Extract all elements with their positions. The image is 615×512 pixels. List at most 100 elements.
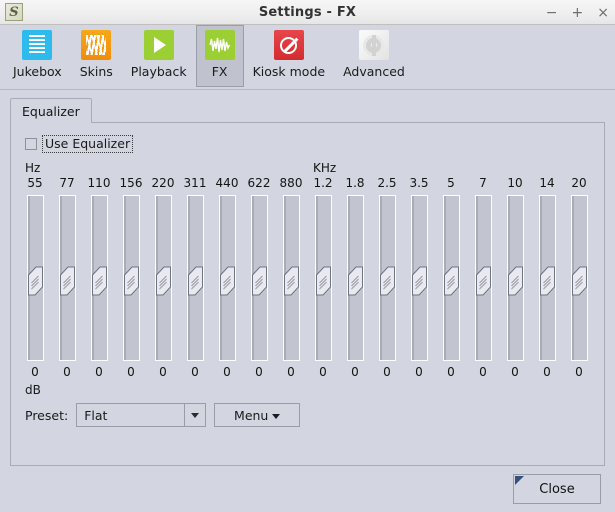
eq-band-frequency-label: 55 (27, 176, 43, 190)
close-icon[interactable]: × (597, 6, 609, 20)
eq-slider-handle[interactable] (91, 266, 108, 296)
eq-slider-handle[interactable] (507, 266, 524, 296)
close-button-label: Close (539, 481, 575, 497)
toolbar-label-skins: Skins (79, 64, 113, 79)
eq-band-slider[interactable] (58, 195, 76, 361)
eq-band-slider[interactable] (474, 195, 492, 361)
toolbar-item-kiosk-mode[interactable]: Kiosk mode (244, 25, 335, 87)
toolbar-label-playback: Playback (130, 64, 187, 79)
eq-slider-handle[interactable] (379, 266, 396, 296)
use-equalizer-checkbox[interactable] (25, 138, 37, 150)
eq-slider-handle[interactable] (411, 266, 428, 296)
unit-label-hz: Hz (25, 161, 41, 175)
eq-slider-handle[interactable] (187, 266, 204, 296)
eq-band: 55 0 (19, 176, 51, 379)
eq-band: 10 0 (499, 176, 531, 379)
tab-equalizer[interactable]: Equalizer (10, 98, 92, 123)
preset-label: Preset: (25, 407, 69, 423)
eq-band-slider[interactable] (282, 195, 300, 361)
eq-band-slider[interactable] (90, 195, 108, 361)
settings-toolbar: Jukebox Skins Playback FX Kiosk mode Adv… (0, 25, 615, 90)
preset-row: Preset: Flat Menu (25, 403, 301, 427)
eq-band-frequency-label: 1.2 (313, 176, 333, 190)
eq-band: 50 (435, 176, 467, 379)
window-title: Settings - FX (258, 4, 357, 20)
eq-slider-handle[interactable] (539, 266, 556, 296)
settings-window: S Settings - FX − + × Jukebox Skins Play… (0, 0, 615, 512)
eq-band: 1.8 0 (339, 176, 371, 379)
eq-band-frequency-label: 440 (215, 176, 239, 190)
eq-band-value-label: 0 (287, 365, 295, 379)
eq-band-slider[interactable] (186, 195, 204, 361)
eq-band-slider[interactable] (122, 195, 140, 361)
eq-slider-handle[interactable] (219, 266, 236, 296)
use-equalizer-row[interactable]: Use Equalizer (25, 135, 596, 153)
eq-band-slider[interactable] (506, 195, 524, 361)
close-button[interactable]: Close (513, 474, 601, 504)
toolbar-label-kiosk-mode: Kiosk mode (252, 64, 326, 79)
eq-band-value-label: 0 (127, 365, 135, 379)
eq-band: 622 0 (243, 176, 275, 379)
eq-band-value-label: 0 (319, 365, 327, 379)
eq-band-frequency-label: 3.5 (409, 176, 429, 190)
eq-band-value-label: 0 (223, 365, 231, 379)
eq-band-frequency-label: 110 (87, 176, 111, 190)
eq-band-value-label: 0 (447, 365, 455, 379)
eq-band-value-label: 0 (543, 365, 551, 379)
toolbar-label-fx: FX (211, 64, 228, 79)
eq-band-frequency-label: 220 (151, 176, 175, 190)
eq-band-value-label: 0 (511, 365, 519, 379)
eq-band-slider[interactable] (314, 195, 332, 361)
eq-band-value-label: 0 (63, 365, 71, 379)
toolbar-item-jukebox[interactable]: Jukebox (4, 25, 71, 87)
eq-slider-handle[interactable] (347, 266, 364, 296)
eq-slider-handle[interactable] (27, 266, 44, 296)
toolbar-item-skins[interactable]: Skins (71, 25, 122, 87)
eq-band-slider[interactable] (442, 195, 460, 361)
eq-band-value-label: 0 (95, 365, 103, 379)
eq-slider-handle[interactable] (155, 266, 172, 296)
toolbar-item-fx[interactable]: FX (195, 25, 244, 87)
preset-selected-value: Flat (84, 407, 108, 423)
eq-band-frequency-label: 311 (183, 176, 207, 190)
eq-band: 156 0 (115, 176, 147, 379)
eq-band: 220 0 (147, 176, 179, 379)
preset-dropdown[interactable]: Flat (76, 403, 207, 427)
chevron-down-icon[interactable] (184, 404, 205, 426)
eq-band-slider[interactable] (410, 195, 428, 361)
eq-slider-handle[interactable] (571, 266, 588, 296)
eq-slider-handle[interactable] (315, 266, 332, 296)
eq-band-frequency-label: 20 (571, 176, 587, 190)
eq-band: 2.5 0 (371, 176, 403, 379)
eq-band-slider[interactable] (154, 195, 172, 361)
toolbar-item-playback[interactable]: Playback (122, 25, 196, 87)
minimize-icon[interactable]: − (546, 6, 558, 20)
band-slider-list: 55 0 77 0 110 0 156 0 220 0 311 0 440 0 622 0 880 0 1.2 0 1.… (19, 176, 596, 379)
toolbar-label-advanced: Advanced (343, 64, 405, 79)
window-controls: − + × (546, 0, 609, 25)
eq-slider-handle[interactable] (475, 266, 492, 296)
eq-band-frequency-label: 622 (247, 176, 271, 190)
jukebox-list-icon (22, 30, 53, 60)
eq-band: 77 0 (51, 176, 83, 379)
eq-band-slider[interactable] (538, 195, 556, 361)
eq-band-slider[interactable] (346, 195, 364, 361)
eq-slider-handle[interactable] (251, 266, 268, 296)
maximize-icon[interactable]: + (572, 6, 584, 20)
unit-label-db: dB (25, 383, 41, 397)
eq-band-slider[interactable] (218, 195, 236, 361)
toolbar-item-advanced[interactable]: Advanced (334, 25, 414, 87)
eq-slider-handle[interactable] (283, 266, 300, 296)
toolbar-label-jukebox: Jukebox (13, 64, 62, 79)
eq-band-frequency-label: 77 (59, 176, 75, 190)
preset-menu-button[interactable]: Menu (214, 403, 301, 427)
eq-band-slider[interactable] (250, 195, 268, 361)
eq-band: 14 0 (531, 176, 563, 379)
eq-band-slider[interactable] (378, 195, 396, 361)
eq-slider-handle[interactable] (443, 266, 460, 296)
eq-band-slider[interactable] (570, 195, 588, 361)
eq-slider-handle[interactable] (59, 266, 76, 296)
eq-band-frequency-label: 7 (479, 176, 487, 190)
eq-band-slider[interactable] (26, 195, 44, 361)
eq-slider-handle[interactable] (123, 266, 140, 296)
